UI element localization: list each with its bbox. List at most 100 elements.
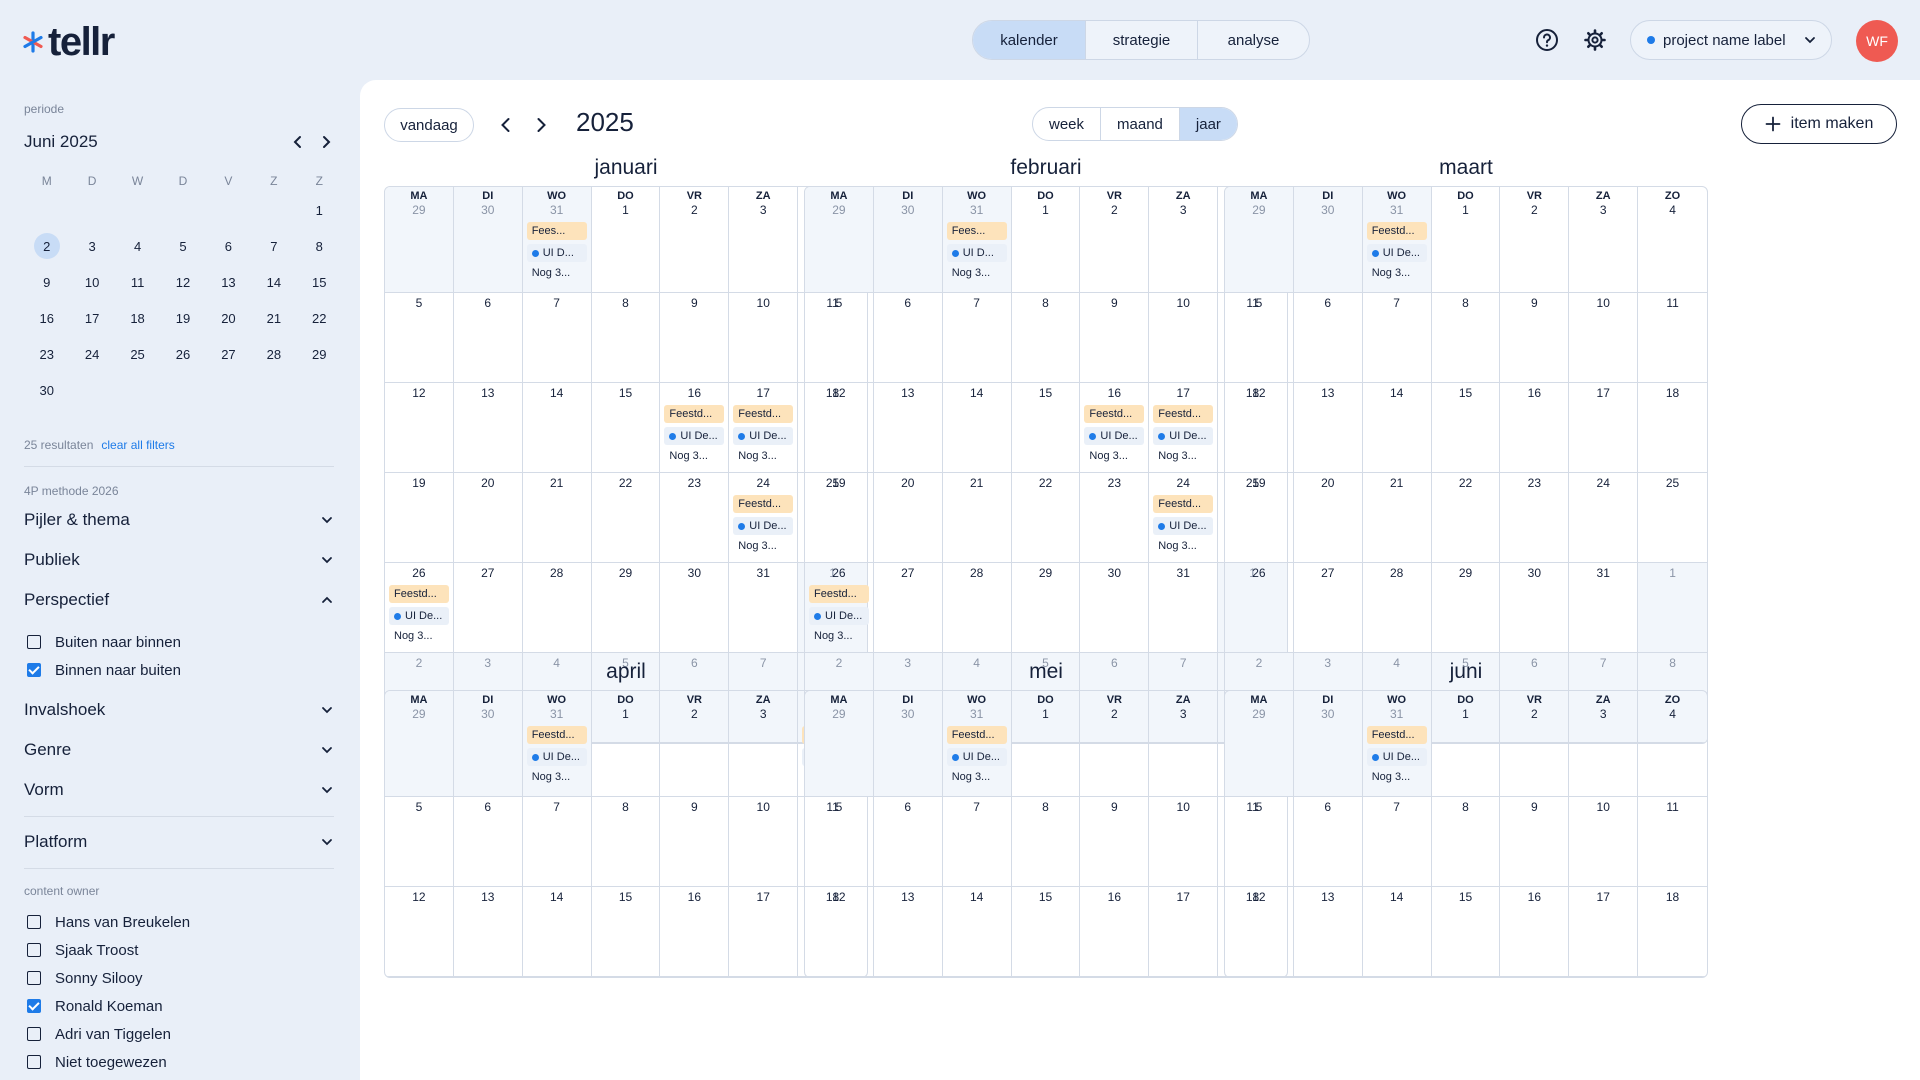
view-jaar[interactable]: jaar	[1178, 108, 1237, 140]
day-cell[interactable]: 21	[522, 473, 592, 563]
checkbox[interactable]	[27, 971, 41, 985]
day-cell[interactable]: 28	[942, 563, 1012, 653]
mini-day[interactable]: 19	[170, 305, 196, 331]
day-cell[interactable]: 13	[453, 383, 523, 473]
day-cell[interactable]: 14	[522, 887, 592, 977]
day-cell[interactable]: 12	[805, 383, 874, 473]
owner-niet-toegewezen[interactable]: Niet toegewezen	[27, 1052, 167, 1072]
next-month-icon[interactable]	[316, 132, 336, 152]
tellr-logo[interactable]: tellr	[22, 22, 115, 62]
day-cell[interactable]: 14	[1362, 887, 1432, 977]
day-cell[interactable]: 15	[1011, 383, 1081, 473]
event-feestdag[interactable]: Feestd...	[526, 726, 587, 744]
day-cell[interactable]: 30	[660, 563, 730, 653]
checkbox[interactable]	[27, 943, 41, 957]
day-cell[interactable]: 10	[1569, 797, 1639, 887]
filter-genre[interactable]: Genre	[24, 738, 334, 762]
day-cell[interactable]: 30	[1500, 563, 1570, 653]
day-cell[interactable]: 14	[1362, 383, 1432, 473]
day-cell[interactable]: 16	[1500, 887, 1570, 977]
mini-day[interactable]: 9	[34, 269, 60, 295]
day-cell[interactable]: ZA 3	[1149, 187, 1219, 293]
day-cell[interactable]: 15	[591, 887, 661, 977]
mini-day[interactable]: 28	[261, 341, 287, 367]
day-cell[interactable]: 13	[873, 383, 943, 473]
day-cell[interactable]: 21	[942, 473, 1012, 563]
day-cell[interactable]: 15	[1431, 887, 1501, 977]
day-cell-outside[interactable]: WO 31 Fees... UI D... Nog 3...	[522, 187, 592, 293]
day-cell[interactable]: 21	[1362, 473, 1432, 563]
day-cell[interactable]: 8	[1011, 797, 1081, 887]
day-cell[interactable]: 13	[1293, 887, 1363, 977]
owner-ronald-koeman[interactable]: Ronald Koeman	[27, 996, 163, 1016]
day-cell[interactable]: 6	[453, 797, 523, 887]
day-cell-outside[interactable]: DI 30	[1293, 691, 1363, 797]
filter-platform[interactable]: Platform	[24, 830, 334, 854]
mini-day[interactable]: 23	[34, 341, 60, 367]
more-events-link[interactable]: Nog 3...	[947, 770, 1007, 785]
day-cell[interactable]: ZO4	[1638, 691, 1707, 797]
checkbox[interactable]	[27, 1027, 41, 1041]
day-cell[interactable]: 31	[1569, 563, 1639, 653]
event-feestdag[interactable]: Feestd...	[1366, 726, 1427, 744]
day-cell[interactable]: 17	[1569, 383, 1639, 473]
day-cell[interactable]: 26 Feestd... UI De... Nog 3...	[805, 563, 874, 653]
day-cell[interactable]: 10	[1149, 797, 1219, 887]
event-feestdag[interactable]: Feestd...	[733, 495, 794, 513]
day-cell[interactable]: 6	[1293, 797, 1363, 887]
more-events-link[interactable]: Nog 3...	[664, 449, 724, 464]
checkbox[interactable]	[27, 915, 41, 929]
day-cell[interactable]: 7	[1362, 293, 1432, 383]
day-cell[interactable]: 14	[942, 383, 1012, 473]
event-feestdag[interactable]: Feestd...	[1366, 222, 1427, 240]
day-cell[interactable]: 8	[591, 293, 661, 383]
mini-day[interactable]: 16	[34, 305, 60, 331]
event-ui-design[interactable]: UI De...	[1366, 748, 1427, 766]
day-cell[interactable]: 10	[1569, 293, 1639, 383]
day-cell-outside[interactable]: MA 29	[385, 187, 454, 293]
day-cell[interactable]: DO 1	[1431, 691, 1501, 797]
day-cell[interactable]: 7	[522, 293, 592, 383]
day-cell[interactable]: 15	[1431, 383, 1501, 473]
tab-analyse[interactable]: analyse	[1197, 21, 1309, 59]
new-item-button[interactable]: item maken	[1741, 104, 1897, 144]
day-cell[interactable]: 8	[591, 797, 661, 887]
more-events-link[interactable]: Nog 3...	[733, 539, 793, 554]
checkbox[interactable]	[27, 1055, 41, 1069]
event-feestdag[interactable]: Fees...	[526, 222, 587, 240]
mini-day[interactable]: 18	[125, 305, 151, 331]
owner-sjaak-troost[interactable]: Sjaak Troost	[27, 940, 138, 960]
day-cell[interactable]: 24 Feestd... UI De... Nog 3...	[1149, 473, 1219, 563]
more-events-link[interactable]: Nog 3...	[1367, 770, 1427, 785]
mini-day[interactable]: 14	[261, 269, 287, 295]
event-feestdag[interactable]: Feestd...	[664, 405, 725, 423]
event-ui-design[interactable]: UI De...	[1084, 427, 1145, 445]
day-cell[interactable]: 24	[1569, 473, 1639, 563]
project-select[interactable]: project name label	[1630, 20, 1832, 60]
owner-adri-van-tiggelen[interactable]: Adri van Tiggelen	[27, 1024, 171, 1044]
more-events-link[interactable]: Nog 3...	[527, 770, 587, 785]
more-events-link[interactable]: Nog 3...	[1153, 449, 1213, 464]
mini-day[interactable]: 30	[34, 377, 60, 403]
day-cell[interactable]: 12	[385, 887, 454, 977]
filter-vorm[interactable]: Vorm	[24, 778, 334, 802]
filter-invalshoek[interactable]: Invalshoek	[24, 698, 334, 722]
day-cell[interactable]: 5	[1225, 797, 1294, 887]
day-cell[interactable]: 29	[591, 563, 661, 653]
day-cell[interactable]: 29	[1011, 563, 1081, 653]
view-week[interactable]: week	[1033, 108, 1100, 140]
view-maand[interactable]: maand	[1100, 108, 1179, 140]
mini-day[interactable]: 20	[215, 305, 241, 331]
mini-day[interactable]: 4	[125, 233, 151, 259]
mini-day-selected[interactable]: 2	[33, 233, 60, 259]
day-cell[interactable]: DO 1	[1011, 187, 1081, 293]
day-cell[interactable]: 29	[1431, 563, 1501, 653]
event-ui-design[interactable]: UI De...	[733, 517, 794, 535]
day-cell[interactable]: VR 2	[1080, 691, 1150, 797]
day-cell-outside[interactable]: MA 29	[805, 187, 874, 293]
clear-filters-link[interactable]: clear all filters	[101, 438, 174, 452]
day-cell[interactable]: 13	[873, 887, 943, 977]
day-cell-outside[interactable]: WO 31 Feestd... UI De... Nog 3...	[942, 691, 1012, 797]
tab-kalender[interactable]: kalender	[973, 21, 1085, 59]
prev-month-icon[interactable]	[288, 132, 308, 152]
